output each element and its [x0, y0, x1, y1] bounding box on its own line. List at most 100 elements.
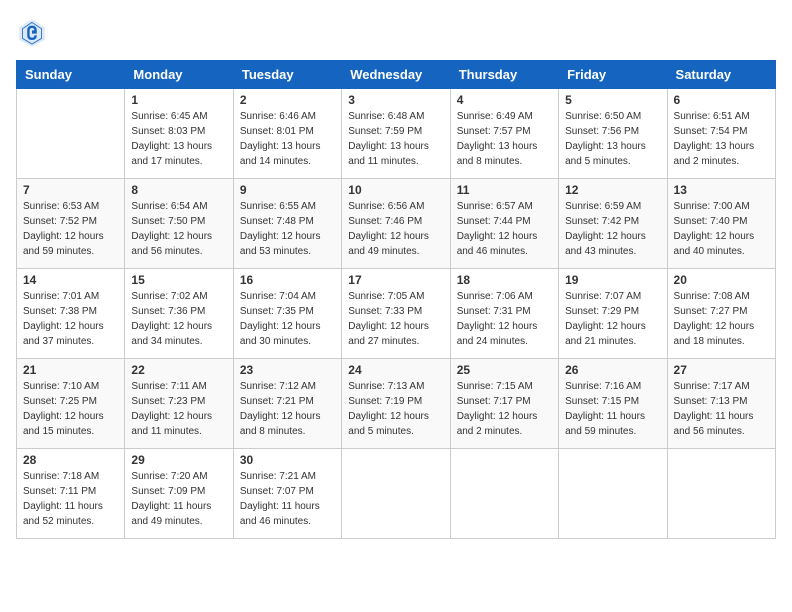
cell-sun-info: Sunrise: 7:13 AMSunset: 7:19 PMDaylight:… [348, 379, 443, 439]
day-number: 19 [565, 273, 660, 287]
day-number: 7 [23, 183, 118, 197]
calendar-week-2: 7 Sunrise: 6:53 AMSunset: 7:52 PMDaylight… [17, 179, 776, 269]
calendar-cell: 1 Sunrise: 6:45 AMSunset: 8:03 PMDaylight… [125, 89, 233, 179]
calendar-cell: 18Sunrise: 7:06 AMSunset: 7:31 PMDayligh… [450, 269, 558, 359]
calendar-cell: 25 Sunrise: 7:15 AMSunset: 7:17 PMDayligh… [450, 359, 558, 449]
day-number: 30 [240, 453, 335, 467]
calendar-cell: 13 Sunrise: 7:00 AMSunset: 7:40 PMDayligh… [667, 179, 775, 269]
day-number: 14 [23, 273, 118, 287]
day-number: 2 [240, 93, 335, 107]
day-number: 3 [348, 93, 443, 107]
day-number: 8 [131, 183, 226, 197]
day-number: 29 [131, 453, 226, 467]
weekday-tuesday: Tuesday [233, 61, 341, 89]
calendar-cell [559, 449, 667, 539]
day-number: 6 [674, 93, 769, 107]
weekday-friday: Friday [559, 61, 667, 89]
logo [16, 16, 52, 48]
day-number: 26 [565, 363, 660, 377]
day-number: 22 [131, 363, 226, 377]
calendar-table: SundayMondayTuesdayWednesdayThursdayFrid… [16, 60, 776, 539]
cell-sun-info: Sunrise: 6:53 AMSunset: 7:52 PMDaylight:… [23, 199, 118, 259]
cell-sun-info: Sunrise: 7:10 AMSunset: 7:25 PMDaylight:… [23, 379, 118, 439]
day-number: 23 [240, 363, 335, 377]
calendar-cell: 24 Sunrise: 7:13 AMSunset: 7:19 PMDayligh… [342, 359, 450, 449]
calendar-cell: 3 Sunrise: 6:48 AMSunset: 7:59 PMDaylight… [342, 89, 450, 179]
day-number: 20 [674, 273, 769, 287]
cell-sun-info: Sunrise: 6:46 AMSunset: 8:01 PMDaylight:… [240, 109, 335, 169]
day-number: 16 [240, 273, 335, 287]
calendar-cell: 21 Sunrise: 7:10 AMSunset: 7:25 PMDayligh… [17, 359, 125, 449]
calendar-week-5: 28Sunrise: 7:18 AMSunset: 7:11 PMDayligh… [17, 449, 776, 539]
weekday-monday: Monday [125, 61, 233, 89]
calendar-cell: 6Sunrise: 6:51 AMSunset: 7:54 PMDaylight… [667, 89, 775, 179]
cell-sun-info: Sunrise: 6:45 AMSunset: 8:03 PMDaylight:… [131, 109, 226, 169]
calendar-week-3: 14 Sunrise: 7:01 AMSunset: 7:38 PMDayligh… [17, 269, 776, 359]
cell-sun-info: Sunrise: 7:01 AMSunset: 7:38 PMDaylight:… [23, 289, 118, 349]
cell-sun-info: Sunrise: 6:56 AMSunset: 7:46 PMDaylight:… [348, 199, 443, 259]
calendar-cell: 23 Sunrise: 7:12 AMSunset: 7:21 PMDayligh… [233, 359, 341, 449]
cell-sun-info: Sunrise: 7:04 AMSunset: 7:35 PMDaylight:… [240, 289, 335, 349]
cell-sun-info: Sunrise: 7:15 AMSunset: 7:17 PMDaylight:… [457, 379, 552, 439]
calendar-cell: 14 Sunrise: 7:01 AMSunset: 7:38 PMDayligh… [17, 269, 125, 359]
calendar-cell: 19 Sunrise: 7:07 AMSunset: 7:29 PMDayligh… [559, 269, 667, 359]
cell-sun-info: Sunrise: 7:16 AMSunset: 7:15 PMDaylight:… [565, 379, 660, 439]
weekday-wednesday: Wednesday [342, 61, 450, 89]
calendar-body: 1 Sunrise: 6:45 AMSunset: 8:03 PMDaylight… [17, 89, 776, 539]
calendar-cell: 15 Sunrise: 7:02 AMSunset: 7:36 PMDayligh… [125, 269, 233, 359]
calendar-cell: 7 Sunrise: 6:53 AMSunset: 7:52 PMDaylight… [17, 179, 125, 269]
page-header [16, 16, 776, 48]
cell-sun-info: Sunrise: 7:21 AMSunset: 7:07 PMDaylight:… [240, 469, 335, 529]
day-number: 21 [23, 363, 118, 377]
cell-sun-info: Sunrise: 7:07 AMSunset: 7:29 PMDaylight:… [565, 289, 660, 349]
calendar-week-4: 21 Sunrise: 7:10 AMSunset: 7:25 PMDayligh… [17, 359, 776, 449]
calendar-cell: 2 Sunrise: 6:46 AMSunset: 8:01 PMDaylight… [233, 89, 341, 179]
day-number: 15 [131, 273, 226, 287]
cell-sun-info: Sunrise: 6:49 AMSunset: 7:57 PMDaylight:… [457, 109, 552, 169]
logo-icon [16, 16, 48, 48]
cell-sun-info: Sunrise: 7:20 AMSunset: 7:09 PMDaylight:… [131, 469, 226, 529]
cell-sun-info: Sunrise: 7:08 AMSunset: 7:27 PMDaylight:… [674, 289, 769, 349]
day-number: 13 [674, 183, 769, 197]
day-number: 1 [131, 93, 226, 107]
day-number: 9 [240, 183, 335, 197]
cell-sun-info: Sunrise: 6:57 AMSunset: 7:44 PMDaylight:… [457, 199, 552, 259]
day-number: 11 [457, 183, 552, 197]
cell-sun-info: Sunrise: 7:12 AMSunset: 7:21 PMDaylight:… [240, 379, 335, 439]
day-number: 17 [348, 273, 443, 287]
calendar-cell: 22 Sunrise: 7:11 AMSunset: 7:23 PMDayligh… [125, 359, 233, 449]
cell-sun-info: Sunrise: 6:54 AMSunset: 7:50 PMDaylight:… [131, 199, 226, 259]
calendar-cell: 20 Sunrise: 7:08 AMSunset: 7:27 PMDayligh… [667, 269, 775, 359]
calendar-cell: 29 Sunrise: 7:20 AMSunset: 7:09 PMDayligh… [125, 449, 233, 539]
calendar-cell: 4Sunrise: 6:49 AMSunset: 7:57 PMDaylight… [450, 89, 558, 179]
weekday-sunday: Sunday [17, 61, 125, 89]
cell-sun-info: Sunrise: 6:59 AMSunset: 7:42 PMDaylight:… [565, 199, 660, 259]
calendar-cell [667, 449, 775, 539]
calendar-cell: 28Sunrise: 7:18 AMSunset: 7:11 PMDayligh… [17, 449, 125, 539]
weekday-saturday: Saturday [667, 61, 775, 89]
weekday-thursday: Thursday [450, 61, 558, 89]
calendar-cell [17, 89, 125, 179]
day-number: 25 [457, 363, 552, 377]
calendar-cell: 16 Sunrise: 7:04 AMSunset: 7:35 PMDayligh… [233, 269, 341, 359]
cell-sun-info: Sunrise: 7:11 AMSunset: 7:23 PMDaylight:… [131, 379, 226, 439]
cell-sun-info: Sunrise: 7:05 AMSunset: 7:33 PMDaylight:… [348, 289, 443, 349]
calendar-cell: 8 Sunrise: 6:54 AMSunset: 7:50 PMDaylight… [125, 179, 233, 269]
day-number: 27 [674, 363, 769, 377]
day-number: 18 [457, 273, 552, 287]
calendar-cell: 17 Sunrise: 7:05 AMSunset: 7:33 PMDayligh… [342, 269, 450, 359]
calendar-cell: 30 Sunrise: 7:21 AMSunset: 7:07 PMDayligh… [233, 449, 341, 539]
cell-sun-info: Sunrise: 6:50 AMSunset: 7:56 PMDaylight:… [565, 109, 660, 169]
day-number: 10 [348, 183, 443, 197]
cell-sun-info: Sunrise: 7:00 AMSunset: 7:40 PMDaylight:… [674, 199, 769, 259]
calendar-week-1: 1 Sunrise: 6:45 AMSunset: 8:03 PMDaylight… [17, 89, 776, 179]
cell-sun-info: Sunrise: 7:02 AMSunset: 7:36 PMDaylight:… [131, 289, 226, 349]
day-number: 28 [23, 453, 118, 467]
cell-sun-info: Sunrise: 6:48 AMSunset: 7:59 PMDaylight:… [348, 109, 443, 169]
calendar-cell: 5Sunrise: 6:50 AMSunset: 7:56 PMDaylight… [559, 89, 667, 179]
calendar-cell [450, 449, 558, 539]
calendar-cell [342, 449, 450, 539]
calendar-cell: 11 Sunrise: 6:57 AMSunset: 7:44 PMDayligh… [450, 179, 558, 269]
day-number: 12 [565, 183, 660, 197]
day-number: 24 [348, 363, 443, 377]
